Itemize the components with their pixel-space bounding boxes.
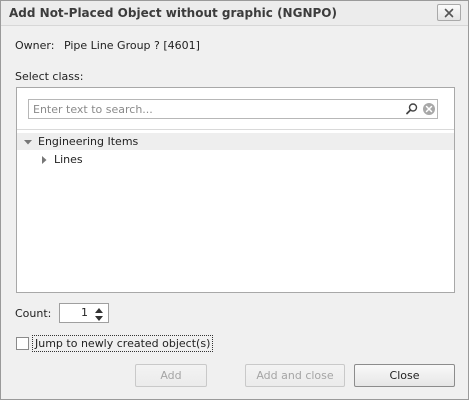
close-icon (444, 8, 454, 17)
search-input[interactable] (29, 100, 389, 118)
add-and-close-button[interactable]: Add and close (245, 364, 345, 387)
tree-divider (17, 129, 454, 130)
add-button[interactable]: Add (135, 364, 207, 387)
close-button[interactable]: Close (354, 364, 455, 387)
spin-up-icon[interactable] (93, 306, 105, 314)
magnifier-icon[interactable] (405, 102, 419, 116)
expanded-arrow-icon[interactable] (23, 137, 33, 147)
tree-node-lines[interactable]: Lines (17, 151, 454, 168)
search-box (28, 99, 438, 119)
owner-value: Pipe Line Group ? [4601] (63, 39, 200, 52)
clear-search-icon[interactable] (422, 102, 436, 116)
count-value[interactable]: 1 (81, 306, 88, 319)
jump-checkbox[interactable] (16, 337, 29, 350)
title-bar[interactable]: Add Not-Placed Object without graphic (N… (1, 1, 468, 26)
tree-node-label: Lines (54, 153, 83, 166)
tree-node-label: Engineering Items (38, 135, 139, 148)
tree-node-engineering-items[interactable]: Engineering Items (17, 133, 454, 150)
class-tree-panel: Engineering Items Lines (16, 87, 455, 293)
dialog-title: Add Not-Placed Object without graphic (N… (9, 6, 337, 20)
collapsed-arrow-icon[interactable] (39, 155, 49, 165)
select-class-label: Select class: (15, 70, 84, 83)
spin-down-icon[interactable] (93, 314, 105, 322)
owner-label: Owner: (15, 39, 55, 52)
jump-checkbox-label[interactable]: Jump to newly created object(s) (32, 335, 214, 352)
count-label: Count: (15, 307, 52, 320)
owner-line: Owner: Pipe Line Group ? [4601] (15, 39, 200, 52)
add-ngnpo-dialog: Add Not-Placed Object without graphic (N… (0, 0, 469, 400)
count-spinner[interactable]: 1 (59, 303, 109, 323)
window-close-button[interactable] (437, 4, 461, 21)
